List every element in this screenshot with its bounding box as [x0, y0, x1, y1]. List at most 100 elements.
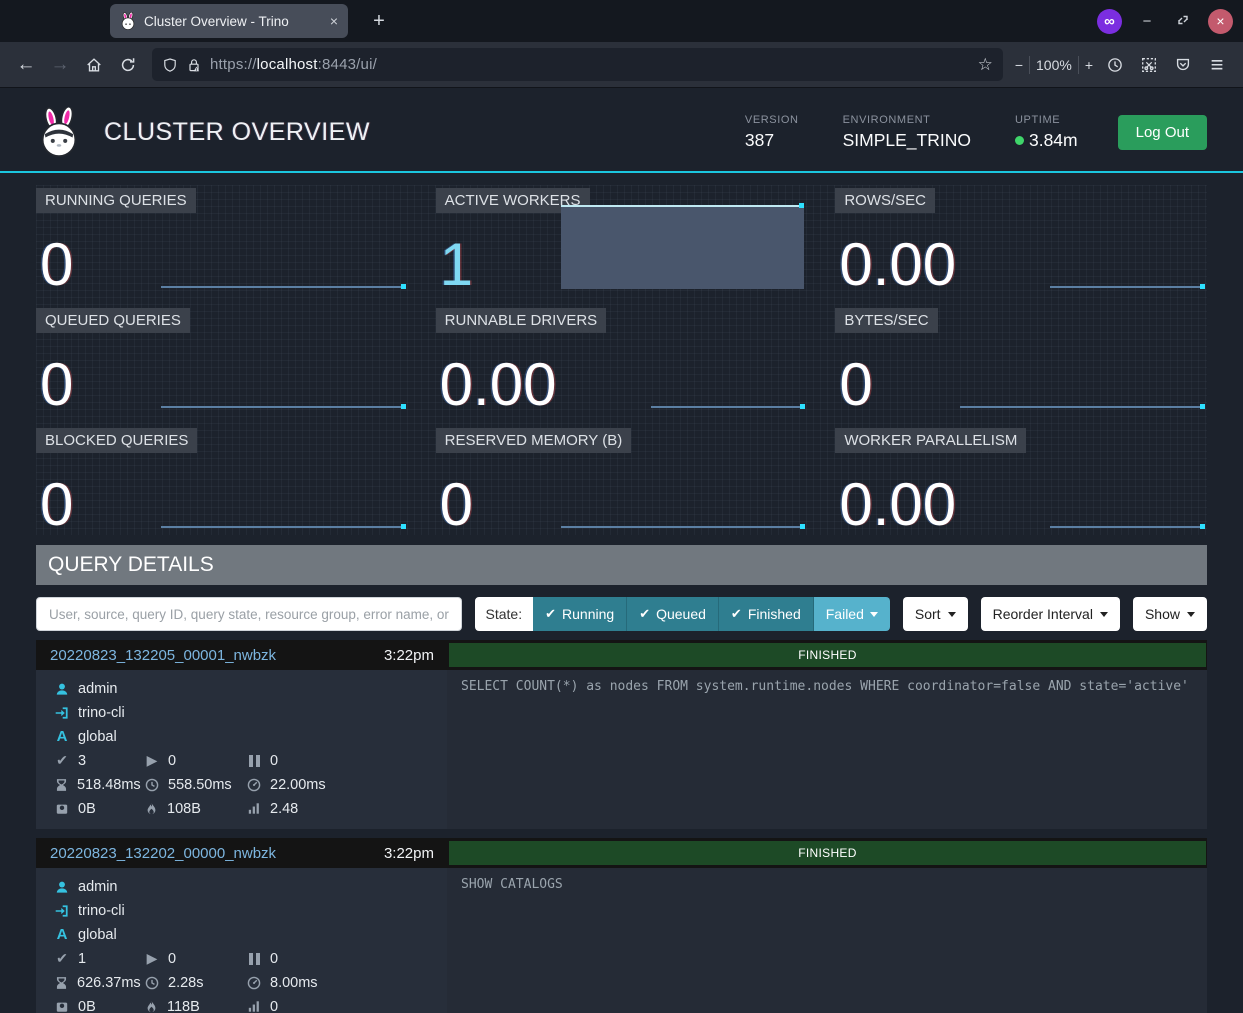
query-sql-text: SHOW CATALOGS [447, 868, 1207, 1013]
query-time: 3:22pm [384, 845, 434, 862]
tile-runnable-drivers: RUNNABLE DRIVERS 0.00 [436, 305, 808, 415]
sort-dropdown[interactable]: Sort [903, 597, 968, 631]
hourglass-icon [55, 976, 68, 990]
zoom-level[interactable]: 100% [1036, 57, 1072, 73]
query-progress-track: FINISHED [447, 838, 1207, 868]
query-user: admin [55, 875, 439, 898]
sparkline-endpoint [401, 284, 406, 289]
tile-label: WORKER PARALLELISM [835, 428, 1026, 453]
new-tab-icon[interactable]: + [364, 10, 394, 33]
home-icon[interactable] [78, 49, 110, 81]
forward-icon[interactable]: → [44, 49, 76, 81]
tile-worker-parallelism: WORKER PARALLELISM 0.00 [835, 425, 1207, 535]
gauge-icon [247, 778, 261, 792]
state-running-label: Running [562, 606, 614, 622]
tile-value: 0 [440, 476, 473, 533]
current-memory-stat: 0B [55, 797, 145, 820]
pause-icon [247, 953, 261, 965]
check-icon: ✔ [55, 752, 69, 769]
query-search-input[interactable] [36, 597, 462, 631]
uptime-value: 3.84m [1029, 130, 1078, 151]
completed-splits-stat: ✔ 3 [55, 749, 145, 772]
zoom-out-icon[interactable]: − [1015, 57, 1023, 73]
query-details-header: QUERY DETAILS [36, 545, 1207, 585]
trino-favicon [120, 12, 136, 30]
zoom-in-icon[interactable]: + [1085, 57, 1093, 73]
reload-icon[interactable] [112, 49, 144, 81]
tile-bytes-sec: BYTES/SEC 0 [835, 305, 1207, 415]
version-stat: VERSION 387 [745, 114, 799, 151]
tile-value: 0 [40, 356, 73, 413]
queued-splits-stat: 0 [247, 947, 439, 970]
url-bar[interactable]: https://localhost:8443/ui/ ☆ [152, 48, 1003, 81]
state-queued-button[interactable]: ✔ Queued [627, 597, 719, 631]
version-value: 387 [745, 130, 799, 151]
query-source: trino-cli [55, 899, 439, 922]
tracking-shield-icon[interactable] [162, 57, 178, 73]
back-icon[interactable]: ← [10, 49, 42, 81]
window-minimize-icon[interactable]: − [1136, 13, 1158, 30]
reorder-interval-dropdown[interactable]: Reorder Interval [981, 597, 1120, 631]
environment-stat: ENVIRONMENT SIMPLE_TRINO [843, 114, 971, 151]
browser-tab-strip: Cluster Overview - Trino × + ∞ − × [0, 0, 1243, 42]
sparkline-endpoint [1200, 284, 1205, 289]
menu-icon[interactable]: ≡ [1201, 49, 1233, 81]
state-finished-button[interactable]: ✔ Finished [719, 597, 814, 631]
query-stats-panel: admin trino-cli A global ✔ 3 ▶ 0 [36, 670, 447, 829]
running-splits-stat: ▶ 0 [145, 947, 247, 970]
state-finished-label: Finished [748, 606, 801, 622]
check-icon: ✔ [639, 606, 650, 622]
state-running-button[interactable]: ✔ Running [533, 597, 627, 631]
history-clock-icon[interactable] [1099, 49, 1131, 81]
pocket-icon[interactable] [1167, 49, 1199, 81]
environment-value: SIMPLE_TRINO [843, 130, 971, 151]
running-splits-stat: ▶ 0 [145, 749, 247, 772]
bar-chart-icon [247, 802, 261, 815]
environment-label: ENVIRONMENT [843, 114, 971, 126]
tile-value: 0 [839, 356, 872, 413]
cumulative-memory-stat: 118B [145, 995, 247, 1013]
lock-warning-icon[interactable] [186, 57, 202, 73]
window-close-icon[interactable]: × [1208, 9, 1233, 34]
window-restore-icon[interactable] [1172, 13, 1194, 30]
gauge-icon [247, 976, 261, 990]
parallelism-stat: 0 [247, 995, 439, 1013]
sparkline [561, 205, 805, 289]
tile-value: 0 [40, 476, 73, 533]
show-label: Show [1145, 606, 1180, 622]
sign-in-icon [55, 904, 69, 918]
bookmark-star-icon[interactable]: ☆ [978, 55, 993, 75]
fire-icon [145, 802, 158, 816]
chevron-down-icon [1187, 612, 1195, 617]
screenshot-icon[interactable] [1133, 49, 1165, 81]
tile-rows-sec: ROWS/SEC 0.00 [835, 185, 1207, 295]
show-dropdown[interactable]: Show [1133, 597, 1207, 631]
tab-close-icon[interactable]: × [330, 13, 338, 29]
url-text: https://localhost:8443/ui/ [210, 56, 377, 73]
check-icon: ✔ [55, 950, 69, 967]
cpu-time-stat: 558.50ms [145, 773, 247, 796]
account-icon[interactable]: ∞ [1097, 9, 1122, 34]
reorder-interval-label: Reorder Interval [993, 606, 1093, 622]
query-user: admin [55, 677, 439, 700]
logout-button[interactable]: Log Out [1118, 115, 1207, 150]
execution-time-stat: 8.00ms [247, 971, 439, 994]
tile-blocked-queries: BLOCKED QUERIES 0 [36, 425, 408, 535]
query-id-link[interactable]: 20220823_132205_00001_nwbzk [50, 647, 276, 664]
sparkline-endpoint [1200, 524, 1205, 529]
sparkline [1050, 286, 1204, 288]
tile-queued-queries: QUEUED QUERIES 0 [36, 305, 408, 415]
tile-value: 0.00 [839, 476, 956, 533]
browser-tab[interactable]: Cluster Overview - Trino × [110, 4, 348, 38]
state-failed-dropdown[interactable]: Failed [814, 597, 890, 631]
tile-label: BYTES/SEC [835, 308, 937, 333]
query-resource-group: A global [55, 923, 439, 946]
tile-active-workers: ACTIVE WORKERS 1 [436, 185, 808, 295]
tile-value: 0 [40, 236, 73, 293]
uptime-label: UPTIME [1015, 114, 1078, 126]
clock-icon [145, 976, 159, 990]
tab-title: Cluster Overview - Trino [144, 14, 289, 29]
query-id-link[interactable]: 20220823_132202_00000_nwbzk [50, 845, 276, 862]
tile-label: RESERVED MEMORY (B) [436, 428, 632, 453]
sparkline-endpoint [1200, 404, 1205, 409]
